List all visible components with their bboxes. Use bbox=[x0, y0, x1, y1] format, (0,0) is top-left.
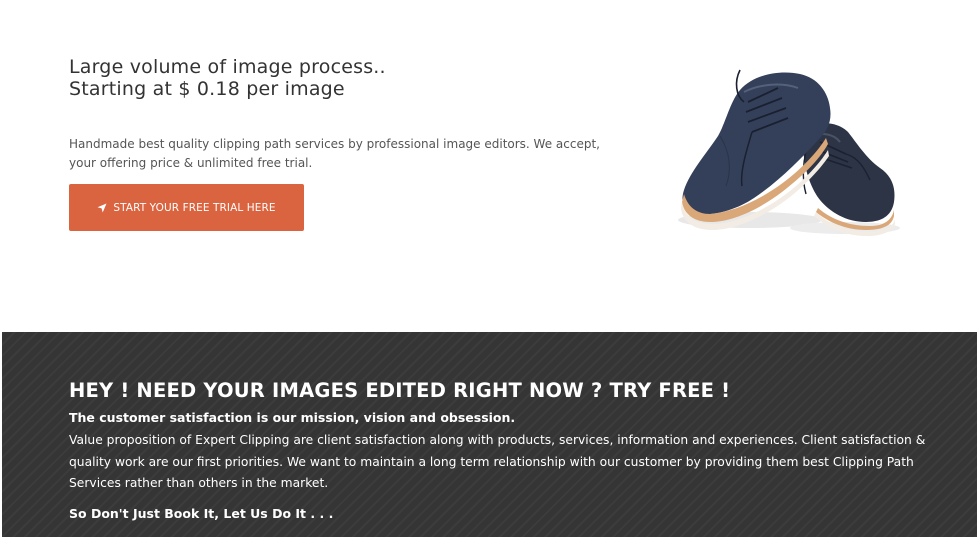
page: Large volume of image process.. Starting… bbox=[0, 0, 979, 537]
start-free-trial-label: START YOUR FREE TRIAL HERE bbox=[113, 201, 276, 214]
promo-heading: HEY ! NEED YOUR IMAGES EDITED RIGHT NOW … bbox=[69, 379, 731, 402]
promo-section: HEY ! NEED YOUR IMAGES EDITED RIGHT NOW … bbox=[2, 332, 977, 537]
promo-tagline: So Don't Just Book It, Let Us Do It . . … bbox=[69, 506, 334, 521]
hero-title-line1: Large volume of image process.. bbox=[69, 56, 386, 78]
hero-title: Large volume of image process.. Starting… bbox=[69, 56, 386, 100]
promo-body-text: Value proposition of Expert Clipping are… bbox=[69, 433, 926, 490]
promo-subheading: The customer satisfaction is our mission… bbox=[69, 410, 516, 425]
shoes-product-image bbox=[670, 62, 910, 242]
hero-title-line2: Starting at $ 0.18 per image bbox=[69, 78, 345, 100]
location-arrow-icon bbox=[97, 203, 107, 213]
hero-description: Handmade best quality clipping path serv… bbox=[69, 137, 600, 170]
hero-section: Large volume of image process.. Starting… bbox=[0, 0, 979, 332]
start-free-trial-button[interactable]: START YOUR FREE TRIAL HERE bbox=[69, 184, 304, 231]
